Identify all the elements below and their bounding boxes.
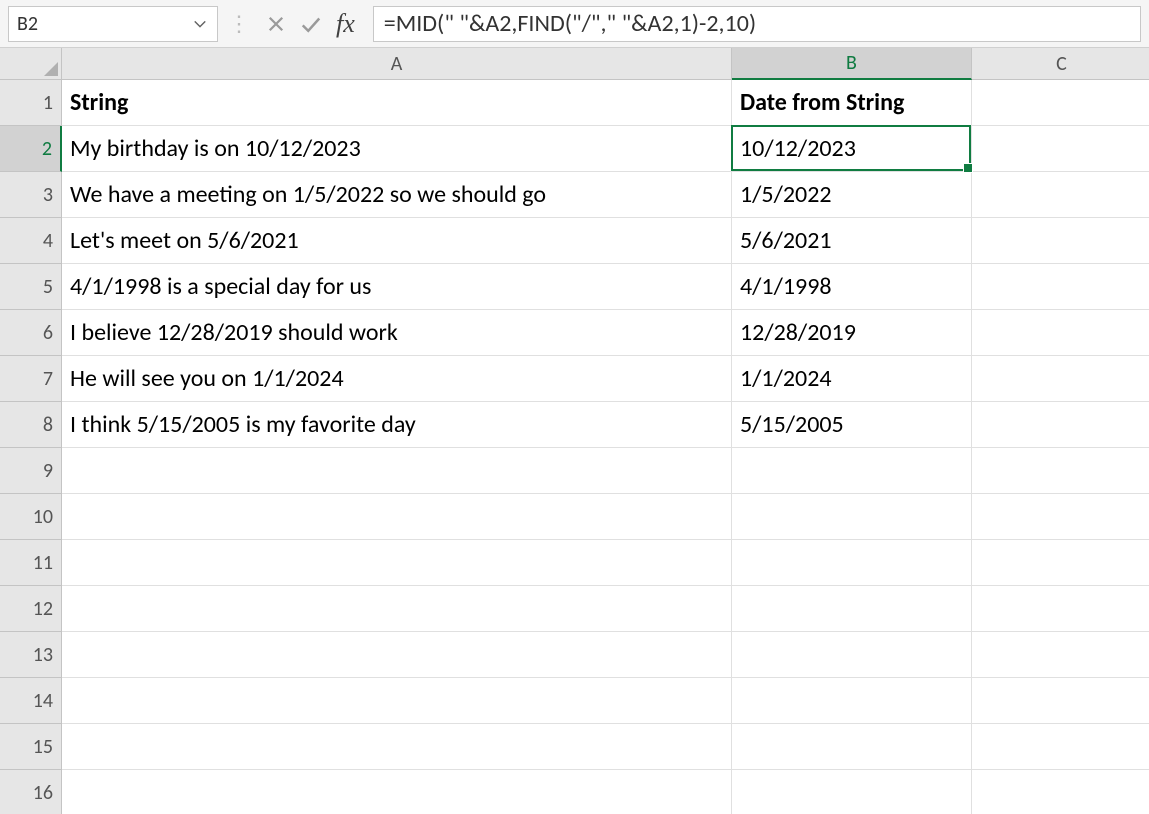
cell-A1[interactable]: String	[62, 80, 732, 126]
row-header-1[interactable]: 1	[0, 80, 62, 126]
row-header-7[interactable]: 7	[0, 356, 62, 402]
cell-B13[interactable]	[732, 632, 972, 678]
cell-C2[interactable]	[972, 126, 1149, 172]
row-header-10[interactable]: 10	[0, 494, 62, 540]
cell-A15[interactable]	[62, 724, 732, 770]
cell-B11[interactable]	[732, 540, 972, 586]
cancel-icon[interactable]	[266, 14, 286, 34]
formula-text: =MID(" "&A2,FIND("/"," "&A2,1)-2,10)	[384, 9, 756, 38]
cell-C13[interactable]	[972, 632, 1149, 678]
row-header-15[interactable]: 15	[0, 724, 62, 770]
column-headers: ABC	[62, 48, 1149, 80]
cell-A2[interactable]: My birthday is on 10/12/2023	[62, 126, 732, 172]
row-header-3[interactable]: 3	[0, 172, 62, 218]
cell-B10[interactable]	[732, 494, 972, 540]
cell-C11[interactable]	[972, 540, 1149, 586]
row-header-14[interactable]: 14	[0, 678, 62, 724]
cell-C12[interactable]	[972, 586, 1149, 632]
cell-C8[interactable]	[972, 402, 1149, 448]
cell-A4[interactable]: Let's meet on 5/6/2021	[62, 218, 732, 264]
row-header-9[interactable]: 9	[0, 448, 62, 494]
row-header-4[interactable]: 4	[0, 218, 62, 264]
name-box[interactable]: B2	[8, 6, 218, 42]
cell-A12[interactable]	[62, 586, 732, 632]
formula-bar: B2 ⋮ fx =MID(" "&A2,FIND("/"," "&A2,1)-2…	[0, 0, 1149, 48]
fx-icon[interactable]: fx	[336, 9, 359, 39]
cell-C9[interactable]	[972, 448, 1149, 494]
cell-B3[interactable]: 1/5/2022	[732, 172, 972, 218]
cell-C5[interactable]	[972, 264, 1149, 310]
cell-C1[interactable]	[972, 80, 1149, 126]
spreadsheet-grid[interactable]: ABC 12345678910111213141516 StringDate f…	[0, 48, 1149, 814]
cell-A8[interactable]: I think 5/15/2005 is my favorite day	[62, 402, 732, 448]
cell-C3[interactable]	[972, 172, 1149, 218]
cell-A5[interactable]: 4/1/1998 is a special day for us	[62, 264, 732, 310]
cell-A16[interactable]	[62, 770, 732, 814]
cell-B12[interactable]	[732, 586, 972, 632]
cell-C4[interactable]	[972, 218, 1149, 264]
cell-C14[interactable]	[972, 678, 1149, 724]
cell-B6[interactable]: 12/28/2019	[732, 310, 972, 356]
row-headers: 12345678910111213141516	[0, 80, 62, 814]
cell-B15[interactable]	[732, 724, 972, 770]
cell-C10[interactable]	[972, 494, 1149, 540]
cell-C16[interactable]	[972, 770, 1149, 814]
chevron-down-icon[interactable]	[191, 15, 209, 33]
cell-B14[interactable]	[732, 678, 972, 724]
separator: ⋮	[226, 10, 252, 37]
cell-B1[interactable]: Date from String	[732, 80, 972, 126]
row-header-2[interactable]: 2	[0, 126, 62, 172]
cell-C7[interactable]	[972, 356, 1149, 402]
column-header-A[interactable]: A	[62, 48, 732, 80]
cell-A3[interactable]: We have a meeting on 1/5/2022 so we shou…	[62, 172, 732, 218]
cell-B8[interactable]: 5/15/2005	[732, 402, 972, 448]
cell-A7[interactable]: He will see you on 1/1/2024	[62, 356, 732, 402]
row-header-6[interactable]: 6	[0, 310, 62, 356]
row-header-13[interactable]: 13	[0, 632, 62, 678]
row-header-8[interactable]: 8	[0, 402, 62, 448]
cell-B9[interactable]	[732, 448, 972, 494]
cell-A11[interactable]	[62, 540, 732, 586]
cell-A13[interactable]	[62, 632, 732, 678]
cell-A10[interactable]	[62, 494, 732, 540]
cell-A9[interactable]	[62, 448, 732, 494]
cell-B16[interactable]	[732, 770, 972, 814]
formula-input[interactable]: =MID(" "&A2,FIND("/"," "&A2,1)-2,10)	[373, 6, 1141, 42]
column-header-B[interactable]: B	[732, 48, 972, 80]
cell-A14[interactable]	[62, 678, 732, 724]
cell-B5[interactable]: 4/1/1998	[732, 264, 972, 310]
row-header-12[interactable]: 12	[0, 586, 62, 632]
select-all-corner[interactable]	[0, 48, 62, 80]
column-header-C[interactable]: C	[972, 48, 1149, 80]
enter-icon[interactable]	[300, 13, 322, 35]
cell-A6[interactable]: I believe 12/28/2019 should work	[62, 310, 732, 356]
cells-area[interactable]: StringDate from StringMy birthday is on …	[62, 80, 1149, 814]
cell-B4[interactable]: 5/6/2021	[732, 218, 972, 264]
name-box-value: B2	[17, 12, 191, 36]
formula-controls: fx	[260, 9, 365, 39]
cell-C15[interactable]	[972, 724, 1149, 770]
cell-B2[interactable]: 10/12/2023	[732, 126, 972, 172]
cell-B7[interactable]: 1/1/2024	[732, 356, 972, 402]
row-header-11[interactable]: 11	[0, 540, 62, 586]
row-header-16[interactable]: 16	[0, 770, 62, 814]
row-header-5[interactable]: 5	[0, 264, 62, 310]
cell-C6[interactable]	[972, 310, 1149, 356]
